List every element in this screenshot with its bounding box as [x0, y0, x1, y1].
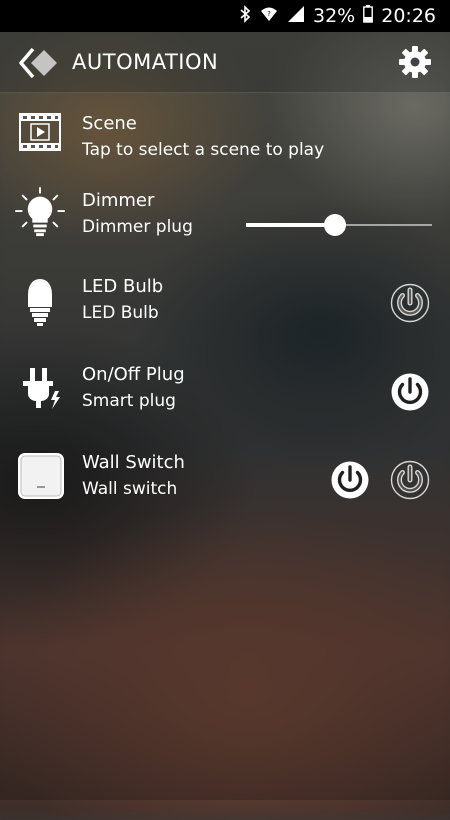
power-on-icon	[391, 373, 429, 411]
device-row-led-bulb[interactable]: LED Bulb LED Bulb	[0, 264, 450, 344]
device-title: Scene	[82, 113, 137, 134]
app-bar: AUTOMATION	[0, 32, 450, 93]
light-bulb-icon	[14, 186, 66, 238]
device-row-scene[interactable]: Scene Tap to select a scene to play	[0, 98, 450, 178]
bluetooth-icon	[239, 5, 251, 27]
signal-icon	[287, 5, 305, 27]
device-subtitle: Smart plug	[82, 391, 176, 411]
led-bulb-icon	[14, 276, 66, 328]
status-bar: ? 32% 20:26	[0, 0, 450, 32]
wall-switch-icon	[15, 450, 67, 502]
device-row-on-off-plug[interactable]: On/Off Plug Smart plug	[0, 352, 450, 432]
device-subtitle: Tap to select a scene to play	[82, 140, 325, 160]
led-bulb-power-button[interactable]	[390, 283, 430, 323]
power-off-icon	[390, 283, 430, 323]
device-title: LED Bulb	[82, 276, 164, 297]
svg-text:?: ?	[267, 10, 271, 18]
device-subtitle: Dimmer plug	[82, 217, 193, 237]
back-button[interactable]	[18, 46, 62, 80]
plug-icon	[14, 362, 66, 414]
battery-percent: 32%	[313, 5, 356, 27]
device-title: Wall Switch	[82, 452, 185, 473]
power-off-icon	[390, 460, 430, 500]
back-icon	[19, 47, 57, 79]
device-row-wall-switch[interactable]: Wall Switch Wall switch	[0, 440, 450, 520]
page-title: AUTOMATION	[72, 50, 219, 74]
power-on-icon	[331, 461, 369, 499]
device-subtitle: Wall switch	[82, 479, 178, 499]
battery-icon	[363, 5, 374, 27]
slider-thumb[interactable]	[324, 214, 347, 236]
device-subtitle: LED Bulb	[82, 303, 159, 323]
wifi-icon: ?	[259, 5, 279, 27]
film-icon	[14, 106, 66, 158]
dimmer-slider[interactable]	[246, 213, 432, 237]
device-title: On/Off Plug	[82, 364, 185, 385]
slider-fill	[246, 223, 336, 227]
plug-power-button[interactable]	[390, 372, 430, 412]
gear-icon	[399, 46, 431, 78]
wall-switch-power-button-1[interactable]	[330, 460, 370, 500]
wall-switch-power-button-2[interactable]	[390, 460, 430, 500]
device-title: Dimmer	[82, 190, 155, 211]
clock: 20:26	[381, 5, 436, 27]
settings-button[interactable]	[398, 45, 432, 79]
